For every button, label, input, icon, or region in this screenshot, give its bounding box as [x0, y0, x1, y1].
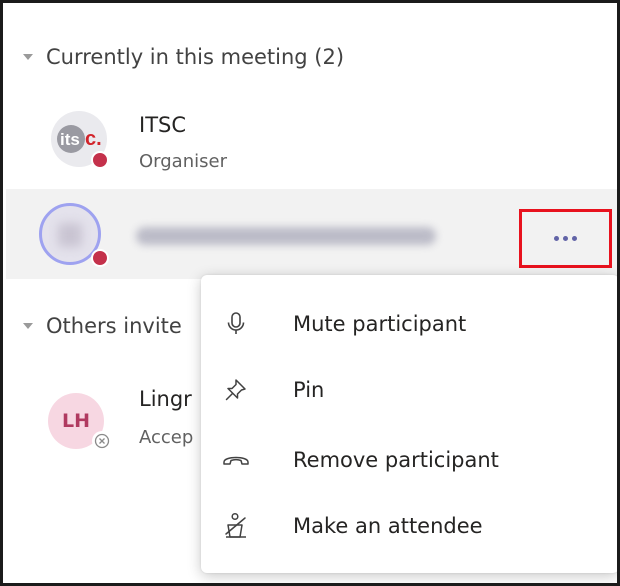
- more-options-button[interactable]: [519, 209, 612, 268]
- more-dot: [554, 236, 559, 241]
- menu-item-label: Mute participant: [293, 312, 467, 336]
- participant-role: Organiser: [139, 151, 227, 172]
- participant-row-organiser[interactable]: its c. ITSC Organiser: [6, 99, 617, 189]
- svg-text:its: its: [60, 130, 80, 149]
- hang-up-icon: [221, 445, 251, 475]
- attendee-podium-icon: [221, 511, 251, 541]
- status-busy-dot: [91, 249, 109, 267]
- pin-icon: [221, 375, 251, 405]
- svg-text:c.: c.: [85, 128, 102, 150]
- more-dot: [572, 236, 577, 241]
- status-unknown-icon: [92, 431, 112, 451]
- more-dot: [563, 236, 568, 241]
- caret-down-icon: [23, 54, 33, 60]
- meeting-participants-panel: Currently in this meeting (2) its c. ITS…: [0, 0, 620, 586]
- caret-down-icon: [23, 323, 33, 329]
- menu-item-remove-participant[interactable]: Remove participant: [201, 429, 617, 491]
- menu-item-make-attendee[interactable]: Make an attendee: [201, 495, 617, 557]
- section-header-others[interactable]: Others invite: [23, 309, 182, 343]
- participant-name: Lingr: [139, 387, 192, 411]
- participant-name-redacted: [136, 227, 436, 245]
- section-header-label: Currently in this meeting (2): [46, 45, 345, 69]
- menu-item-label: Remove participant: [293, 448, 499, 472]
- participant-name: ITSC: [139, 113, 187, 137]
- status-busy-dot: [91, 151, 109, 169]
- section-header-current[interactable]: Currently in this meeting (2): [23, 40, 344, 74]
- menu-item-label: Make an attendee: [293, 514, 483, 538]
- avatar-initials: LH: [61, 410, 90, 432]
- microphone-icon: [221, 309, 251, 339]
- menu-item-label: Pin: [293, 378, 325, 402]
- participant-context-menu: Mute participant Pin Remove participant: [201, 275, 617, 573]
- menu-item-mute-participant[interactable]: Mute participant: [201, 293, 617, 355]
- section-header-label: Others invite: [46, 314, 182, 338]
- participant-role: Accep: [139, 427, 194, 448]
- menu-item-pin[interactable]: Pin: [201, 359, 617, 421]
